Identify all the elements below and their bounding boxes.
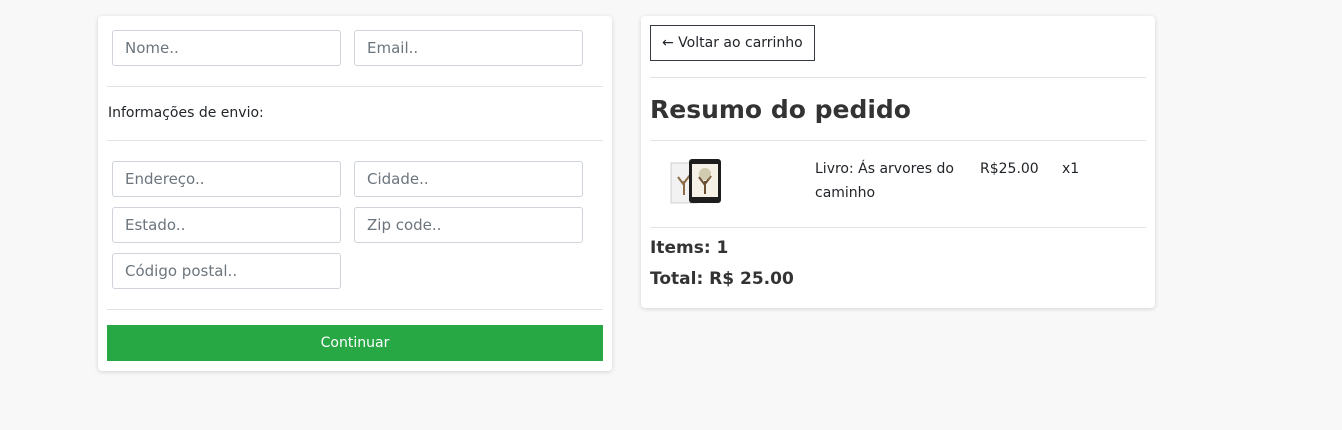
items-count: Items: 1 bbox=[650, 238, 729, 258]
back-to-cart-button[interactable]: ← Voltar ao carrinho bbox=[650, 25, 815, 61]
city-field[interactable] bbox=[354, 161, 583, 197]
order-total: Total: R$ 25.00 bbox=[650, 269, 794, 289]
zip-code-field[interactable] bbox=[354, 207, 583, 243]
divider bbox=[650, 77, 1146, 78]
order-summary-card: ← Voltar ao carrinho Resumo do pedido Li… bbox=[641, 16, 1155, 308]
postal-code-field[interactable] bbox=[112, 253, 341, 289]
divider bbox=[650, 227, 1146, 228]
book-tablet-icon bbox=[669, 157, 725, 209]
user-info-form: Informações de envio: Continuar bbox=[98, 16, 612, 371]
email-field[interactable] bbox=[354, 30, 583, 66]
state-field[interactable] bbox=[112, 207, 341, 243]
divider bbox=[107, 86, 603, 87]
shipping-info-label: Informações de envio: bbox=[108, 105, 264, 121]
item-name: Livro: Ás arvores do caminho bbox=[815, 161, 954, 201]
divider bbox=[107, 140, 603, 141]
name-field[interactable] bbox=[112, 30, 341, 66]
address-field[interactable] bbox=[112, 161, 341, 197]
divider bbox=[107, 309, 603, 310]
item-price: R$25.00 bbox=[980, 161, 1039, 177]
divider bbox=[650, 140, 1146, 141]
continue-button[interactable]: Continuar bbox=[107, 325, 603, 361]
item-quantity: x1 bbox=[1062, 161, 1080, 177]
order-summary-title: Resumo do pedido bbox=[650, 95, 911, 124]
